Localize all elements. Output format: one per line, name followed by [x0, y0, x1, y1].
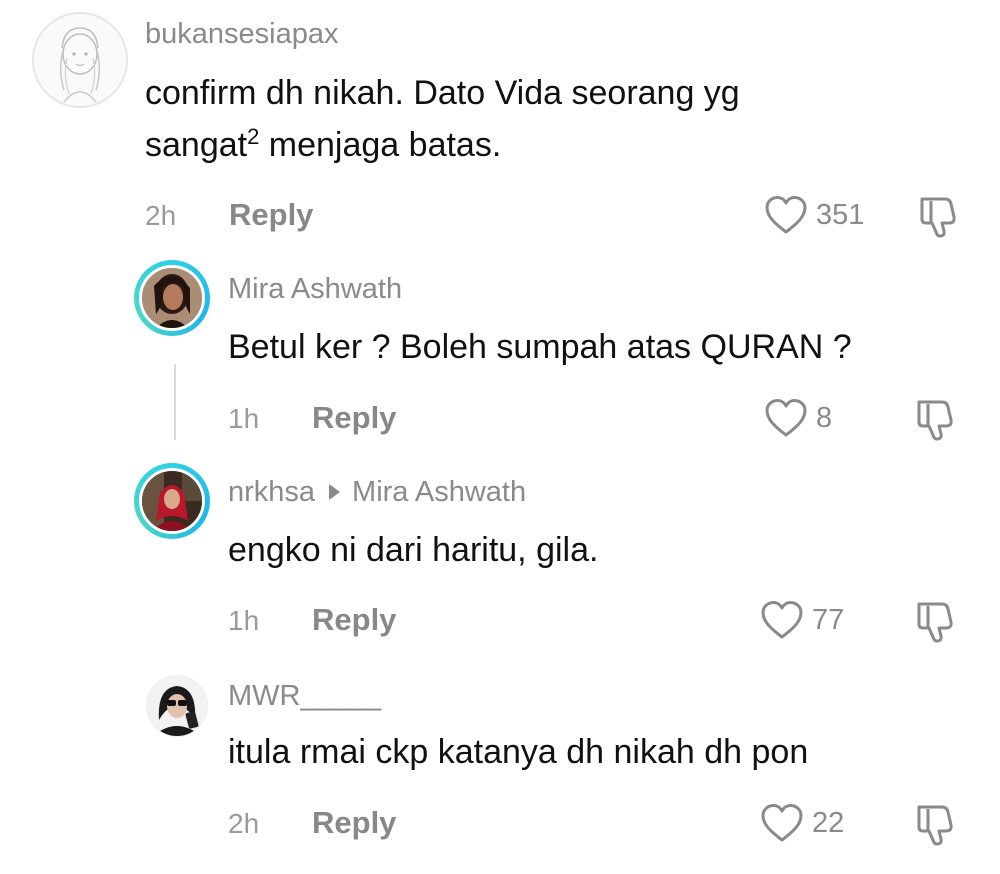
thumbs-down-outline-icon [920, 197, 956, 238]
like-button[interactable]: 351 [764, 195, 864, 235]
reply-button[interactable]: Reply [312, 805, 396, 841]
dislike-button[interactable] [915, 398, 957, 447]
avatar[interactable] [134, 260, 210, 336]
thumbs-down-outline-icon [917, 400, 953, 441]
comment-timestamp: 1h [228, 403, 260, 434]
woman-sunglasses-avatar-image [147, 676, 207, 736]
sketch-girl-avatar-image [34, 14, 126, 106]
like-count: 351 [816, 198, 865, 231]
woman-portrait-avatar-image [142, 268, 202, 328]
comment-username[interactable]: Mira Ashwath [228, 273, 402, 306]
comment-text-line: confirm dh nikah. Dato Vida seorang yg [145, 74, 740, 112]
comment-text-part: menjaga batas. [259, 126, 502, 164]
like-button[interactable]: 8 [764, 398, 832, 438]
reply-button[interactable]: Reply [229, 197, 313, 233]
comment-text: itula rmai ckp katanya dh nikah dh pon [228, 733, 809, 771]
comment-text: Betul ker ? Boleh sumpah atas QURAN ? [228, 328, 852, 366]
heart-outline-icon [761, 804, 803, 842]
comment-text: engko ni dari haritu, gila. [228, 531, 599, 569]
author-name: nrkhsa [228, 476, 316, 508]
comment-username[interactable]: nrkhsa Mira Ashwath [228, 476, 526, 509]
reply-to-arrow-icon [329, 484, 341, 500]
superscript: 2 [247, 124, 260, 149]
reply-button[interactable]: Reply [312, 602, 396, 638]
avatar[interactable] [146, 675, 208, 737]
dislike-button[interactable] [915, 803, 957, 852]
dislike-button[interactable] [918, 195, 960, 244]
avatar[interactable] [32, 12, 128, 108]
reply-button[interactable]: Reply [312, 400, 396, 436]
heart-outline-icon [761, 601, 803, 639]
like-count: 77 [812, 603, 845, 636]
thread-connector-line [174, 364, 176, 440]
comment-text-continued: sangat2 menjaga batas. [145, 119, 501, 171]
comment-username[interactable]: bukansesiapax [145, 18, 338, 51]
woman-red-hijab-avatar-image [142, 471, 202, 531]
comment-text: confirm dh nikah. Dato Vida seorang yg [145, 67, 740, 119]
like-button[interactable]: 22 [760, 803, 844, 843]
like-button[interactable]: 77 [760, 600, 844, 640]
avatar-image-frame [139, 468, 205, 534]
comment-timestamp: 1h [228, 605, 260, 636]
comment-timestamp: 2h [145, 200, 177, 231]
like-count: 22 [812, 806, 845, 839]
heart-outline-icon [765, 399, 807, 437]
like-count: 8 [816, 401, 833, 434]
thumbs-down-outline-icon [917, 602, 953, 643]
dislike-button[interactable] [915, 600, 957, 649]
comment-timestamp: 2h [228, 808, 260, 839]
comment-text-part: sangat [145, 126, 248, 164]
avatar-image-frame [139, 265, 205, 331]
comment-username[interactable]: MWR_____ [228, 680, 381, 713]
avatar[interactable] [134, 463, 210, 539]
reply-to-name: Mira Ashwath [352, 476, 527, 508]
thumbs-down-outline-icon [917, 805, 953, 846]
heart-outline-icon [765, 196, 807, 234]
